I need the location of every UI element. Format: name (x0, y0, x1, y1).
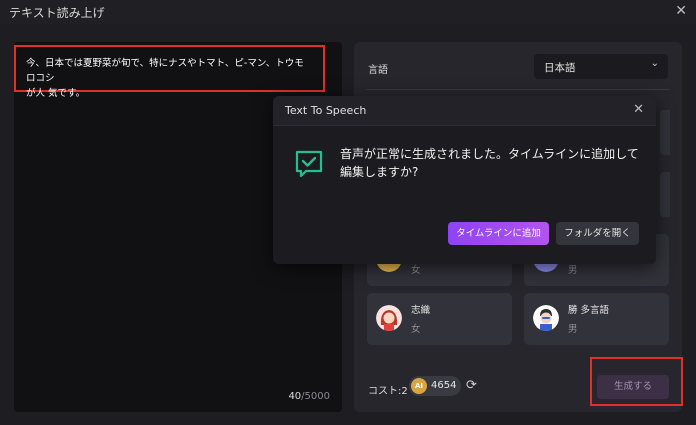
credit-balance: AI 4654 (409, 376, 461, 396)
voice-card-edge[interactable] (660, 110, 670, 155)
character-counter: 40/5000 (288, 391, 330, 402)
script-text-line: 今、日本では夏野菜が旬で、特にナスやトマト、ピ-マン、トウモロコシ (26, 58, 304, 84)
dialog-title: Text To Speech (285, 104, 367, 117)
close-icon[interactable]: ✕ (675, 3, 687, 19)
language-value: 日本語 (544, 62, 576, 74)
tts-dialog: Text To Speech ✕ 音声が正常に生成されました。タイムラインに追加… (273, 96, 656, 264)
language-dropdown[interactable]: 日本語 ⌄ (534, 54, 668, 79)
script-text-box[interactable]: 今、日本では夏野菜が旬で、特にナスやトマト、ピ-マン、トウモロコシ が人 気です… (14, 45, 325, 99)
voice-gender: 男 (568, 265, 578, 276)
voice-card-edge[interactable] (660, 172, 670, 217)
divider (366, 89, 670, 90)
language-label: 言語 (368, 65, 388, 76)
script-text-line: が人 気です。 (26, 88, 86, 99)
character-count: 40 (288, 391, 302, 402)
voice-name: 勝 多言語 (568, 305, 610, 316)
credit-value: 4654 (431, 380, 457, 391)
title-bar: テキスト読み上げ ✕ (0, 0, 696, 24)
refresh-icon[interactable]: ⟳ (466, 378, 477, 393)
voice-card[interactable]: 志織 女 (367, 293, 512, 345)
avatar (376, 305, 402, 331)
voice-gender: 女 (411, 324, 421, 335)
window-title: テキスト読み上げ (9, 6, 105, 20)
open-folder-button[interactable]: フォルダを開く (556, 222, 639, 245)
add-to-timeline-button[interactable]: タイムラインに追加 (448, 222, 549, 245)
highlight-box (590, 357, 683, 406)
voice-gender: 男 (568, 324, 578, 335)
character-limit: /5000 (301, 391, 330, 402)
close-icon[interactable]: ✕ (633, 102, 644, 117)
ai-credit-icon: AI (411, 378, 427, 394)
avatar (533, 305, 559, 331)
dialog-message: 音声が正常に生成されました。タイムラインに追加して編集しますか? (340, 147, 639, 179)
dialog-header: Text To Speech ✕ (273, 96, 656, 126)
success-chat-icon (293, 148, 325, 180)
voice-name: 志織 (411, 305, 431, 316)
voice-gender: 女 (411, 265, 421, 276)
chevron-down-icon: ⌄ (650, 58, 659, 69)
cost-label: コスト:2 (368, 386, 408, 397)
voice-card[interactable]: 勝 多言語 男 (524, 293, 669, 345)
